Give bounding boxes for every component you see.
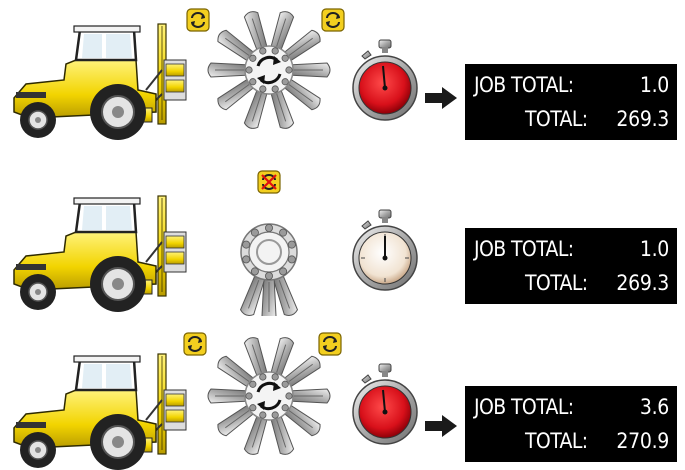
rotor-bolt bbox=[265, 223, 273, 232]
rotor-bolt bbox=[242, 240, 251, 249]
rotor-bolt bbox=[259, 411, 267, 419]
rotor-bolt bbox=[259, 373, 267, 381]
totals-display: JOB TOTAL: 1.0 TOTAL: 269.3 bbox=[465, 64, 677, 140]
rotor-bolt bbox=[271, 47, 279, 55]
rotor-bolt bbox=[281, 380, 289, 388]
rotor-bolt bbox=[285, 392, 293, 400]
totals-display: JOB TOTAL: 3.6 TOTAL: 270.9 bbox=[465, 386, 677, 462]
rotor-bolt bbox=[249, 78, 257, 86]
rotor-bolt bbox=[287, 255, 296, 264]
rotor-bolt bbox=[271, 85, 279, 93]
job-total-value: 3.6 bbox=[639, 395, 669, 419]
totals-display: JOB TOTAL: 1.0 TOTAL: 269.3 bbox=[465, 228, 677, 304]
rotor-bolt bbox=[271, 373, 279, 381]
job-total-value: 1.0 bbox=[639, 73, 669, 97]
arrow-right-icon bbox=[424, 86, 458, 110]
stopwatch-running-icon bbox=[350, 362, 420, 448]
rotor-bolt bbox=[250, 228, 259, 237]
rotor-stopped-icon bbox=[239, 223, 299, 316]
rotor-bolt bbox=[287, 240, 296, 249]
total-value: 269.3 bbox=[616, 271, 669, 295]
machine-row-2: JOB TOTAL: 1.0 TOTAL: 269.3 bbox=[0, 158, 685, 316]
total-label: TOTAL: bbox=[525, 107, 588, 131]
job-total-value: 1.0 bbox=[639, 237, 669, 261]
stopwatch-running-icon bbox=[350, 38, 420, 124]
rotor-bolt bbox=[245, 392, 253, 400]
rotor-bolt bbox=[279, 267, 288, 276]
total-label: TOTAL: bbox=[525, 429, 588, 453]
rotor-bolt bbox=[249, 54, 257, 62]
rotor-bolt bbox=[279, 228, 288, 237]
job-total-label: JOB TOTAL: bbox=[474, 237, 574, 261]
total-label: TOTAL: bbox=[525, 271, 588, 295]
rotor-bolt bbox=[242, 255, 251, 264]
rotation-on-icon bbox=[183, 332, 207, 356]
machine-row-3: JOB TOTAL: 3.6 TOTAL: 270.9 bbox=[0, 318, 685, 467]
rotor-bolt bbox=[281, 78, 289, 86]
rotor-bolt bbox=[281, 54, 289, 62]
rotor-bolt bbox=[259, 85, 267, 93]
machine-row-1: JOB TOTAL: 1.0 TOTAL: 269.3 bbox=[0, 0, 685, 140]
total-value: 270.9 bbox=[616, 429, 669, 453]
job-total-label: JOB TOTAL: bbox=[474, 73, 574, 97]
tractor-icon bbox=[6, 350, 196, 470]
tractor-icon bbox=[6, 20, 196, 140]
job-total-label: JOB TOTAL: bbox=[474, 395, 574, 419]
rotor-bolt bbox=[285, 66, 293, 74]
rotor-bolt bbox=[249, 404, 257, 412]
rotor-bolt bbox=[245, 66, 253, 74]
rotor-bolt bbox=[271, 411, 279, 419]
rotor-bolt bbox=[259, 47, 267, 55]
arrow-right-icon bbox=[424, 414, 458, 438]
rotor-running-icon bbox=[207, 335, 331, 457]
rotor-bolt bbox=[250, 267, 259, 276]
stopwatch-stopped-icon bbox=[350, 208, 420, 294]
rotor-bolt bbox=[265, 271, 273, 280]
total-value: 269.3 bbox=[616, 107, 669, 131]
rotor-bolt bbox=[281, 404, 289, 412]
rotor-running-icon bbox=[207, 9, 331, 131]
tractor-icon bbox=[6, 192, 196, 312]
rotor-bolt bbox=[249, 380, 257, 388]
